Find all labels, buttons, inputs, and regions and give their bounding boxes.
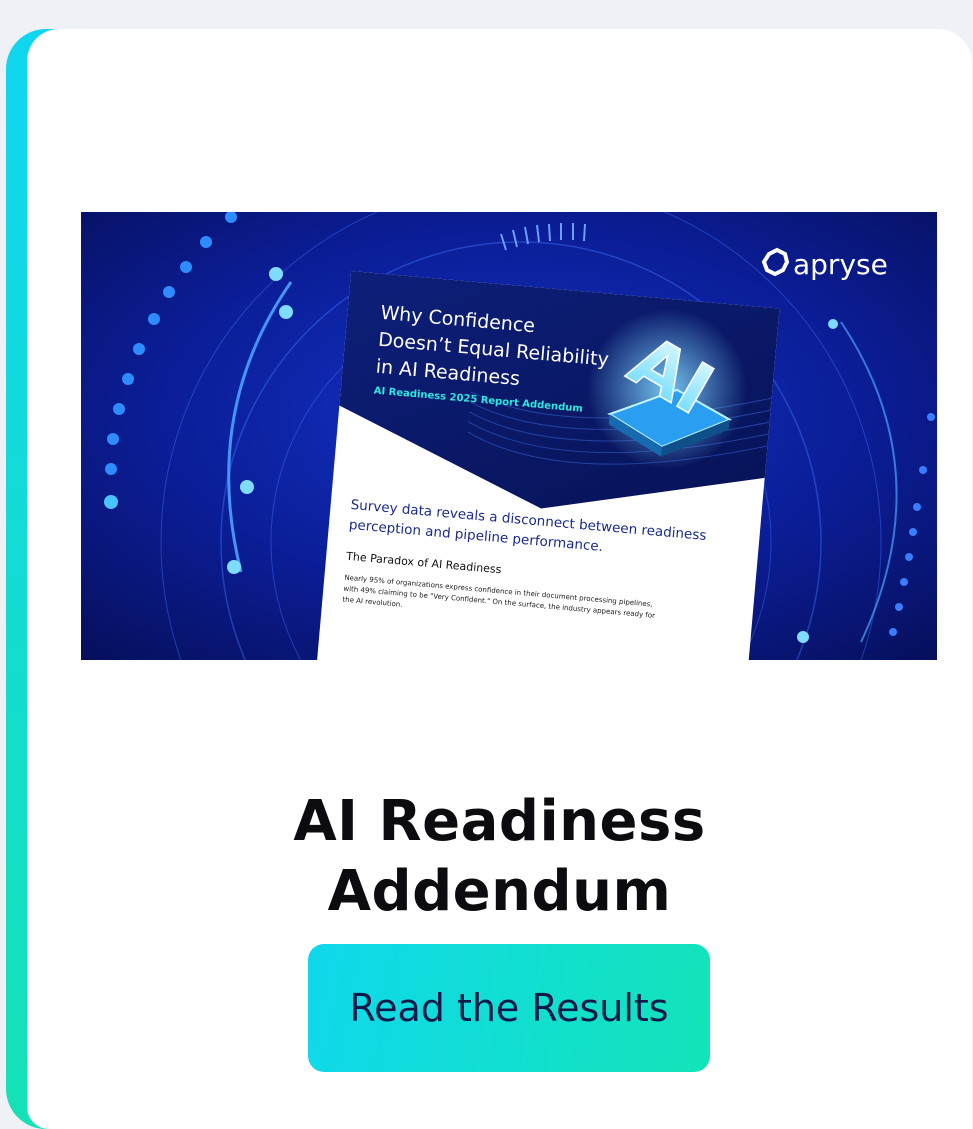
card-title-line2: Addendum (327, 859, 672, 924)
promo-card: apryse AI Why Confidence Doesn’t Equal R… (27, 29, 972, 1129)
apryse-logo-text: apryse (793, 248, 888, 281)
card-title-line1: AI Readiness (293, 789, 706, 854)
read-results-button-label: Read the Results (349, 986, 669, 1030)
card-title: AI Readiness Addendum (27, 787, 972, 927)
read-results-button[interactable]: Read the Results (308, 944, 710, 1072)
promo-card-frame: apryse AI Why Confidence Doesn’t Equal R… (6, 29, 972, 1129)
report-banner-image: apryse AI Why Confidence Doesn’t Equal R… (81, 212, 937, 660)
